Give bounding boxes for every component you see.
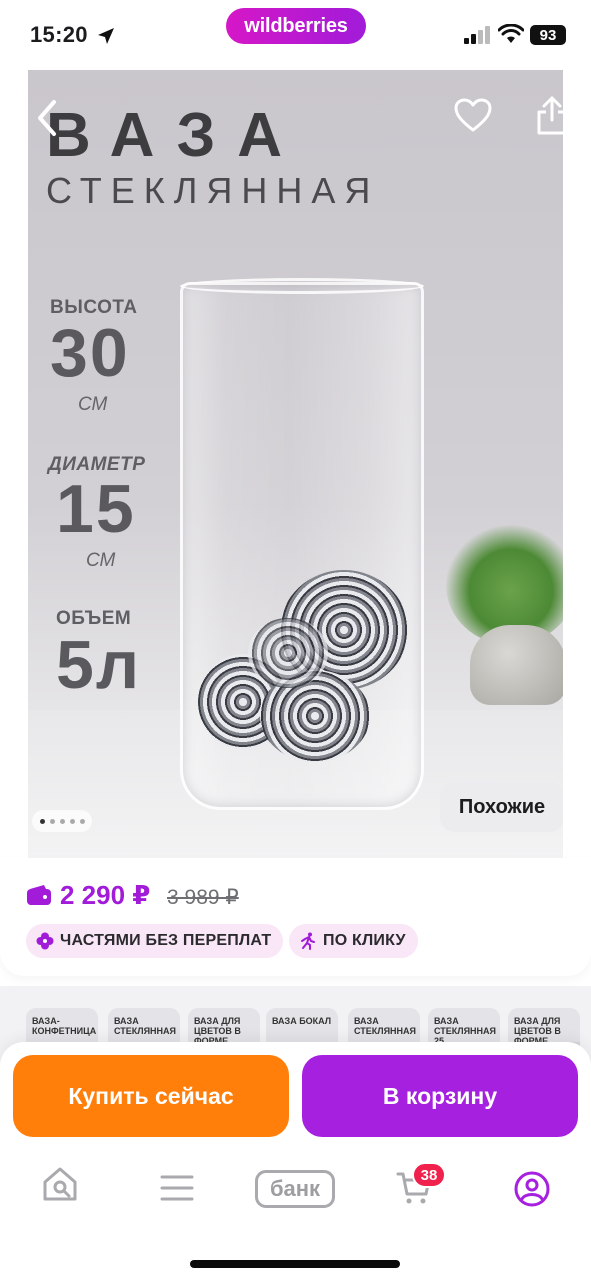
home-indicator xyxy=(190,1260,400,1268)
chip-label: ПО КЛИКУ xyxy=(323,932,406,949)
clover-icon xyxy=(36,932,54,950)
profile-icon[interactable] xyxy=(513,1170,551,1208)
thumbnail-label: ВАЗА СТЕКЛЯННАЯ xyxy=(114,1016,177,1036)
location-arrow-icon xyxy=(98,28,114,44)
carousel-dot[interactable] xyxy=(59,818,65,824)
vase-rim xyxy=(180,278,424,294)
carousel-dot[interactable] xyxy=(49,818,55,824)
plant-pot xyxy=(470,625,563,705)
battery-icon: 93 xyxy=(530,25,566,45)
heart-icon[interactable] xyxy=(454,98,492,134)
pine-cone xyxy=(248,618,328,688)
hero-subtitle: СТЕКЛЯННАЯ xyxy=(46,170,380,211)
running-person-icon xyxy=(301,932,315,950)
spec-unit-diameter: СМ xyxy=(86,550,116,571)
carousel-dot[interactable] xyxy=(79,818,85,824)
action-panel: Купить сейчас В корзину банк 38 xyxy=(0,1042,591,1280)
carousel-dot[interactable] xyxy=(39,818,45,824)
thumbnail-label: ВАЗА БОКАЛ xyxy=(272,1016,332,1026)
hero-title: ВАЗА xyxy=(46,101,305,170)
similar-button[interactable]: Похожие xyxy=(440,782,563,832)
carousel-pagination[interactable] xyxy=(32,810,92,832)
bank-tab[interactable]: банк xyxy=(255,1170,335,1208)
home-search-icon[interactable] xyxy=(42,1166,78,1202)
price-current: 2 290 ₽ xyxy=(60,880,151,910)
spec-value-diameter: 15 xyxy=(56,471,136,547)
price-card: 2 290 ₽ 3 989 ₽ ЧАСТЯМИ БЕЗ ПЕРЕПЛАТ ПО … xyxy=(0,858,591,976)
spec-unit-height: СМ xyxy=(78,394,108,415)
spec-value-height: 30 xyxy=(50,315,130,391)
chip-label: ЧАСТЯМИ БЕЗ ПЕРЕПЛАТ xyxy=(60,932,272,949)
wifi-icon xyxy=(498,24,524,43)
spec-value-volume: 5л xyxy=(56,627,142,703)
product-image-carousel[interactable]: ВАЗА СТЕКЛЯННАЯ ВЫСОТА 30 СМ ДИАМЕТР 15 … xyxy=(28,70,563,858)
back-icon[interactable] xyxy=(32,98,62,138)
brand-logo: wildberries xyxy=(226,8,366,44)
add-to-cart-button[interactable]: В корзину xyxy=(302,1055,578,1137)
price-old: 3 989 ₽ xyxy=(167,886,239,909)
signal-icon xyxy=(464,26,490,44)
carousel-dot[interactable] xyxy=(69,818,75,824)
wallet-icon xyxy=(27,885,51,905)
one-click-chip[interactable]: ПО КЛИКУ xyxy=(289,924,418,958)
menu-icon[interactable] xyxy=(160,1174,194,1202)
share-icon[interactable] xyxy=(536,96,563,136)
status-time: 15:20 xyxy=(30,22,88,47)
installment-chip[interactable]: ЧАСТЯМИ БЕЗ ПЕРЕПЛАТ xyxy=(26,924,284,958)
thumbnail-label: ВАЗА СТЕКЛЯННАЯ xyxy=(354,1016,417,1036)
buy-now-button[interactable]: Купить сейчас xyxy=(13,1055,289,1137)
cart-count-badge: 38 xyxy=(412,1162,446,1188)
status-bar: 15:20 wildberries 93 xyxy=(0,0,591,70)
thumbnail-label: ВАЗА-КОНФЕТНИЦА xyxy=(32,1016,97,1036)
